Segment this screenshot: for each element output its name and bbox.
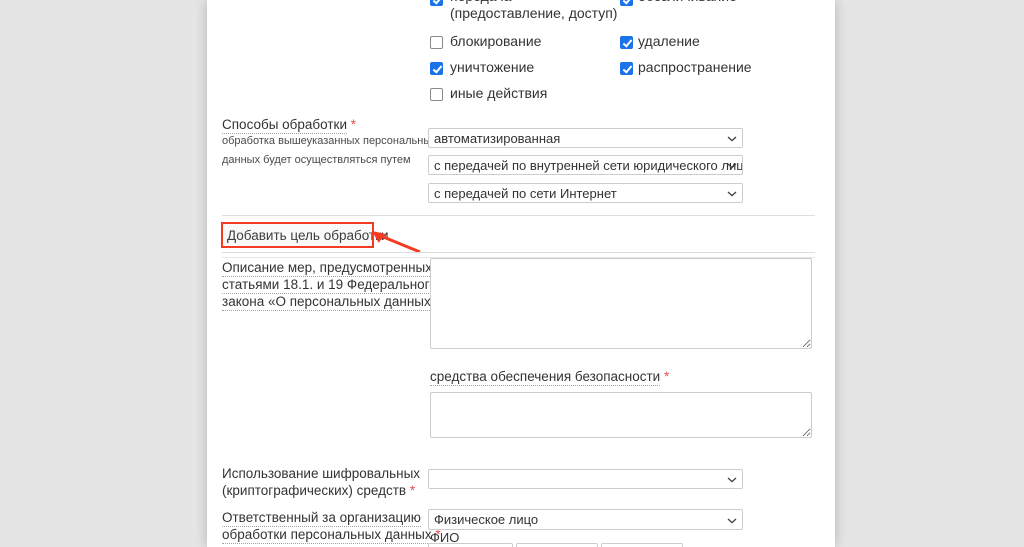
fio-input-1[interactable] — [428, 543, 513, 547]
checkbox-udalenie[interactable] — [620, 36, 633, 49]
checkbox-unichtozhenie[interactable] — [430, 62, 443, 75]
divider — [222, 252, 815, 253]
security-means-label-text: средства обеспечения безопасности — [430, 369, 660, 386]
processing-method-select-1-value: автоматизированная — [434, 131, 560, 146]
processing-method-select-2-value: с передачей по внутренней сети юридическ… — [434, 158, 743, 173]
processing-methods-description-line2: данных будет осуществляться путем — [222, 151, 437, 170]
processing-methods-label: Способы обработки * — [222, 116, 356, 133]
checkbox-obezlichivanie[interactable] — [620, 0, 633, 6]
checkbox-label-rasprostranenie[interactable]: распространение — [638, 59, 752, 76]
measures-textarea[interactable] — [430, 258, 812, 349]
crypto-select[interactable] — [428, 469, 743, 489]
measures-label-line2: статьями 18.1. и 19 Федерального — [222, 277, 437, 294]
crypto-label-line1: Использование шифровальных — [222, 465, 420, 482]
responsible-type-select[interactable]: Физическое лицо — [428, 509, 743, 530]
page: передача (предоставление, доступ) обезли… — [0, 0, 1024, 547]
checkbox-label-unichtozhenie[interactable]: уничтожение — [450, 59, 534, 76]
crypto-label-line2: (криптографических) средств — [222, 483, 406, 498]
processing-method-select-3[interactable]: с передачей по сети Интернет — [428, 183, 743, 203]
fio-input-2[interactable] — [516, 543, 598, 547]
required-mark: * — [351, 117, 356, 132]
crypto-label: Использование шифровальных (криптографич… — [222, 465, 420, 499]
checkbox-label-udalenie[interactable]: удаление — [638, 33, 700, 50]
responsible-label-line1: Ответственный за организацию — [222, 510, 421, 527]
required-mark: * — [664, 369, 669, 384]
annotation-box — [221, 222, 374, 248]
measures-label-line1: Описание мер, предусмотренных — [222, 260, 432, 277]
security-means-label: средства обеспечения безопасности * — [430, 368, 669, 385]
checkbox-rasprostranenie[interactable] — [620, 62, 633, 75]
responsible-label-line2: обработки персональных данных — [222, 527, 432, 544]
chevron-down-icon — [727, 191, 737, 197]
processing-methods-description: обработка вышеуказанных персональных дан… — [222, 132, 437, 170]
divider — [222, 215, 815, 216]
fio-input-3[interactable] — [601, 543, 683, 547]
measures-label-line3: закона «О персональных данных» — [222, 294, 438, 311]
checkbox-label-blokirovanie[interactable]: блокирование — [450, 33, 541, 50]
processing-method-select-3-value: с передачей по сети Интернет — [434, 186, 617, 201]
chevron-down-icon — [727, 518, 737, 524]
responsible-type-select-value: Физическое лицо — [434, 512, 538, 527]
responsible-label: Ответственный за организацию обработки п… — [222, 509, 441, 543]
processing-method-select-1[interactable]: автоматизированная — [428, 128, 743, 148]
checkbox-inye-dejstviya[interactable] — [430, 88, 443, 101]
processing-method-select-2[interactable]: с передачей по внутренней сети юридическ… — [428, 155, 743, 175]
checkbox-peredacha[interactable] — [430, 0, 443, 6]
security-means-textarea[interactable] — [430, 392, 812, 438]
measures-label: Описание мер, предусмотренных статьями 1… — [222, 259, 447, 310]
checkbox-label-obezlichivanie[interactable]: обезличивание — [638, 0, 737, 5]
checkbox-blokirovanie[interactable] — [430, 36, 443, 49]
checkbox-label-peredacha[interactable]: передача (предоставление, доступ) — [450, 0, 625, 22]
chevron-down-icon — [727, 136, 737, 142]
required-mark: * — [410, 483, 415, 498]
checkbox-label-inye-dejstviya[interactable]: иные действия — [450, 85, 547, 102]
processing-methods-description-line1: обработка вышеуказанных персональных — [222, 132, 437, 151]
chevron-down-icon — [727, 477, 737, 483]
chevron-down-icon — [727, 163, 737, 169]
